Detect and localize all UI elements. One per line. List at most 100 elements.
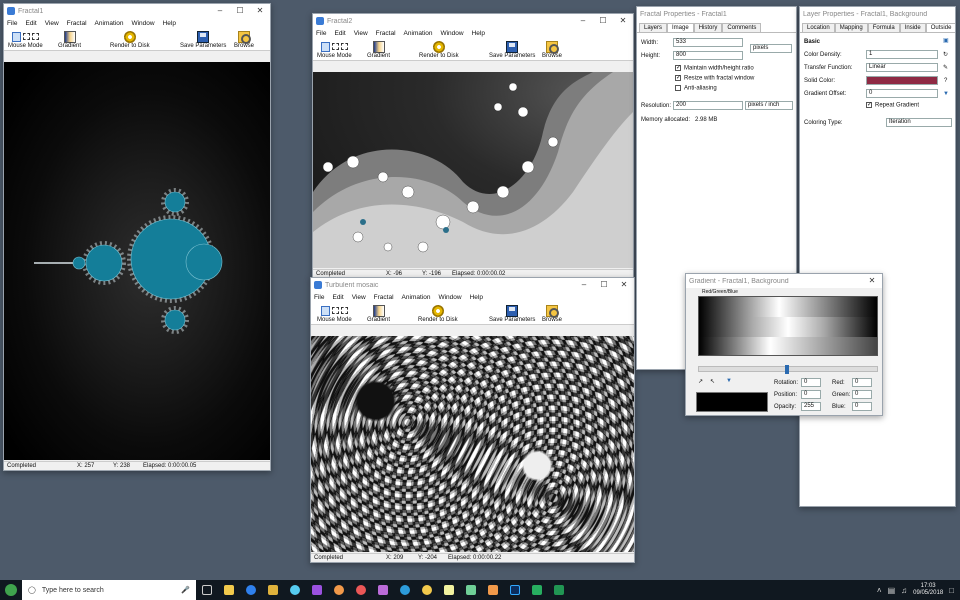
menu-file[interactable]: File (7, 20, 17, 27)
layer-properties-panel[interactable]: Layer Properties - Fractal1, Background … (799, 6, 956, 507)
gradient-button[interactable]: Gradient (367, 304, 390, 323)
tab-outside[interactable]: Outside (925, 23, 955, 32)
green-input[interactable]: 0 (852, 390, 872, 399)
menu-fractal[interactable]: Fractal (374, 294, 394, 301)
maximize-button[interactable]: ☐ (593, 14, 613, 28)
menu-edit[interactable]: Edit (25, 20, 36, 27)
puzzle-icon[interactable] (460, 580, 482, 600)
menu-edit[interactable]: Edit (332, 294, 343, 301)
gradient-offset-input[interactable]: 0 (866, 89, 938, 98)
paint-icon[interactable] (328, 580, 350, 600)
chrome-icon[interactable] (350, 580, 372, 600)
menu-edit[interactable]: Edit (334, 30, 345, 37)
fractal1-window[interactable]: Fractal1 – ☐ ✕ File Edit View Fractal An… (3, 3, 271, 471)
menu-animation[interactable]: Animation (95, 20, 124, 27)
tab-location[interactable]: Location (802, 23, 835, 32)
settings-icon[interactable] (306, 580, 328, 600)
repeat-gradient-checkbox[interactable]: ✓ Repeat Gradient (866, 102, 919, 109)
help-icon[interactable]: ? (944, 78, 947, 84)
render-button[interactable]: Render to Disk (419, 40, 459, 59)
red-input[interactable]: 0 (852, 378, 872, 387)
file-explorer-icon[interactable] (218, 580, 240, 600)
width-input[interactable]: 533 (673, 38, 743, 47)
panel-titlebar[interactable]: Layer Properties - Fractal1, Background (800, 7, 955, 21)
panel-titlebar[interactable]: Fractal Properties - Fractal1 (637, 7, 796, 21)
slider-thumb[interactable] (785, 365, 789, 374)
gradient-window[interactable]: Gradient - Fractal1, Background ✕ Red/Gr… (685, 273, 883, 416)
color-density-input[interactable]: 1 (866, 50, 938, 59)
fractal2-canvas[interactable] (313, 72, 633, 268)
transfer-select[interactable]: Linear (866, 63, 938, 72)
fractal1-canvas[interactable] (4, 62, 270, 460)
gradient-button[interactable]: Gradient (58, 30, 81, 49)
globe-icon[interactable] (284, 580, 306, 600)
maximize-button[interactable]: ☐ (594, 278, 614, 292)
gradient-editor[interactable] (698, 296, 878, 356)
menu-view[interactable]: View (352, 294, 366, 301)
render-button[interactable]: Render to Disk (110, 30, 150, 49)
green-app-icon[interactable] (548, 580, 570, 600)
edge-icon[interactable] (394, 580, 416, 600)
close-button[interactable]: ✕ (613, 14, 633, 28)
gradient-slider[interactable] (698, 365, 878, 374)
turbulent-canvas[interactable] (311, 336, 634, 552)
pick-tool-icon[interactable]: ↖ (710, 378, 715, 385)
turbulent-titlebar[interactable]: Turbulent mosaic – ☐ ✕ (311, 278, 634, 292)
star-icon[interactable] (482, 580, 504, 600)
tab-image[interactable]: Image (667, 23, 694, 32)
opacity-input[interactable]: 255 (801, 402, 821, 411)
menu-file[interactable]: File (314, 294, 324, 301)
menu-animation[interactable]: Animation (402, 294, 431, 301)
fractal1-titlebar[interactable]: Fractal1 – ☐ ✕ (4, 4, 270, 18)
menu-animation[interactable]: Animation (404, 30, 433, 37)
task-view-icon[interactable] (196, 580, 218, 600)
turbulent-window[interactable]: Turbulent mosaic – ☐ ✕ File Edit View Fr… (310, 277, 635, 563)
minimize-button[interactable]: – (210, 4, 230, 18)
photoshop-icon[interactable] (504, 580, 526, 600)
tab-mapping[interactable]: Mapping (834, 23, 868, 32)
browse-button[interactable]: Browse (542, 40, 562, 59)
start-button[interactable] (0, 580, 22, 600)
rotation-input[interactable]: 0 (801, 378, 821, 387)
maintain-ratio-checkbox[interactable]: ✓ Maintain width/height ratio (675, 65, 754, 72)
menu-fractal[interactable]: Fractal (67, 20, 87, 27)
image-icon[interactable] (526, 580, 548, 600)
tab-formula[interactable]: Formula (867, 23, 900, 32)
menu-window[interactable]: Window (440, 30, 463, 37)
menu-help[interactable]: Help (163, 20, 176, 27)
minimize-button[interactable]: – (573, 14, 593, 28)
arrow-tool-icon[interactable]: ↗ (698, 378, 703, 385)
resolution-unit-select[interactable]: pixels / inch (745, 101, 793, 110)
copy-icon[interactable]: ▣ (943, 37, 949, 44)
tab-comments[interactable]: Comments (722, 23, 762, 32)
chevron-up-icon[interactable]: ˄ (877, 586, 882, 595)
menu-file[interactable]: File (316, 30, 326, 37)
unit-select[interactable]: pixels (750, 44, 792, 53)
coloring-type-select[interactable]: Iteration (886, 118, 952, 127)
emoji-icon[interactable] (416, 580, 438, 600)
network-icon[interactable]: ▤ (888, 586, 896, 595)
height-input[interactable]: 800 (673, 51, 743, 60)
menu-fractal[interactable]: Fractal (376, 30, 396, 37)
save-params-button[interactable]: Save Parameters (489, 40, 535, 59)
mouse-mode-button[interactable]: Mouse Mode (317, 304, 352, 323)
folder-icon[interactable] (262, 580, 284, 600)
maximize-button[interactable]: ☐ (230, 4, 250, 18)
close-button[interactable]: ✕ (862, 274, 882, 288)
chevron-down-icon[interactable]: ▼ (726, 378, 732, 384)
gradient-button[interactable]: Gradient (367, 40, 390, 59)
resize-checkbox[interactable]: ✓ Resize with fractal window (675, 75, 754, 82)
antialias-checkbox[interactable]: Anti-aliasing (675, 85, 717, 92)
save-params-button[interactable]: Save Parameters (180, 30, 226, 49)
tab-layers[interactable]: Layers (639, 23, 668, 32)
menu-view[interactable]: View (354, 30, 368, 37)
notifications-icon[interactable]: □ (949, 586, 954, 595)
refresh-icon[interactable]: ↻ (943, 51, 948, 58)
mouse-mode-button[interactable]: Mouse Mode (317, 40, 352, 59)
browse-button[interactable]: Browse (542, 304, 562, 323)
menu-help[interactable]: Help (470, 294, 483, 301)
media-icon[interactable] (372, 580, 394, 600)
mouse-mode-button[interactable]: Mouse Mode (8, 30, 43, 49)
save-params-button[interactable]: Save Parameters (489, 304, 535, 323)
close-button[interactable]: ✕ (614, 278, 634, 292)
